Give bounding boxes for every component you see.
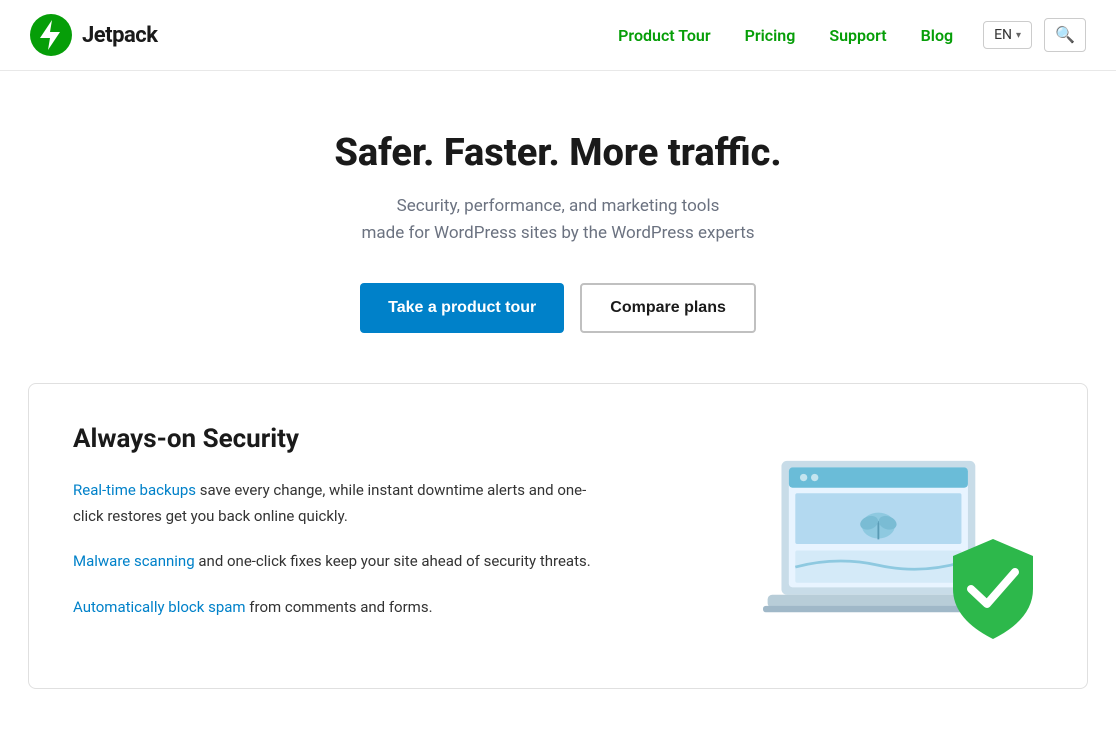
- security-paragraph-1: Real-time backups save every change, whi…: [73, 478, 593, 529]
- hero-section: Safer. Faster. More traffic. Security, p…: [0, 71, 1116, 383]
- logo-area: Jetpack: [30, 14, 157, 56]
- compare-plans-button[interactable]: Compare plans: [580, 283, 756, 333]
- block-spam-link[interactable]: Automatically block spam: [73, 598, 246, 616]
- language-selector[interactable]: EN ▾: [983, 21, 1032, 49]
- malware-scanning-link[interactable]: Malware scanning: [73, 552, 195, 570]
- realtime-backups-link[interactable]: Real-time backups: [73, 481, 196, 499]
- security-paragraph-2: Malware scanning and one-click fixes kee…: [73, 549, 593, 575]
- lang-label: EN: [994, 27, 1012, 43]
- security-illustration: [743, 424, 1043, 644]
- security-content: Always-on Security Real-time backups sav…: [73, 424, 593, 640]
- nav-pricing[interactable]: Pricing: [731, 20, 810, 51]
- hero-buttons: Take a product tour Compare plans: [20, 283, 1096, 333]
- logo-text: Jetpack: [82, 23, 157, 48]
- main-nav: Product Tour Pricing Support Blog EN ▾ 🔍: [604, 18, 1086, 52]
- nav-blog[interactable]: Blog: [907, 20, 967, 51]
- nav-support[interactable]: Support: [815, 20, 900, 51]
- hero-title: Safer. Faster. More traffic.: [20, 131, 1096, 175]
- chevron-down-icon: ▾: [1016, 30, 1021, 41]
- take-product-tour-button[interactable]: Take a product tour: [360, 283, 564, 333]
- security-title: Always-on Security: [73, 424, 593, 454]
- search-button[interactable]: 🔍: [1044, 18, 1086, 52]
- header: Jetpack Product Tour Pricing Support Blo…: [0, 0, 1116, 71]
- security-paragraph-3: Automatically block spam from comments a…: [73, 595, 593, 621]
- nav-product-tour[interactable]: Product Tour: [604, 20, 724, 51]
- hero-subtitle: Security, performance, and marketing too…: [20, 193, 1096, 247]
- search-icon: 🔍: [1055, 27, 1075, 44]
- security-shield-icon: [943, 534, 1043, 644]
- jetpack-logo-icon: [30, 14, 72, 56]
- security-card: Always-on Security Real-time backups sav…: [28, 383, 1088, 689]
